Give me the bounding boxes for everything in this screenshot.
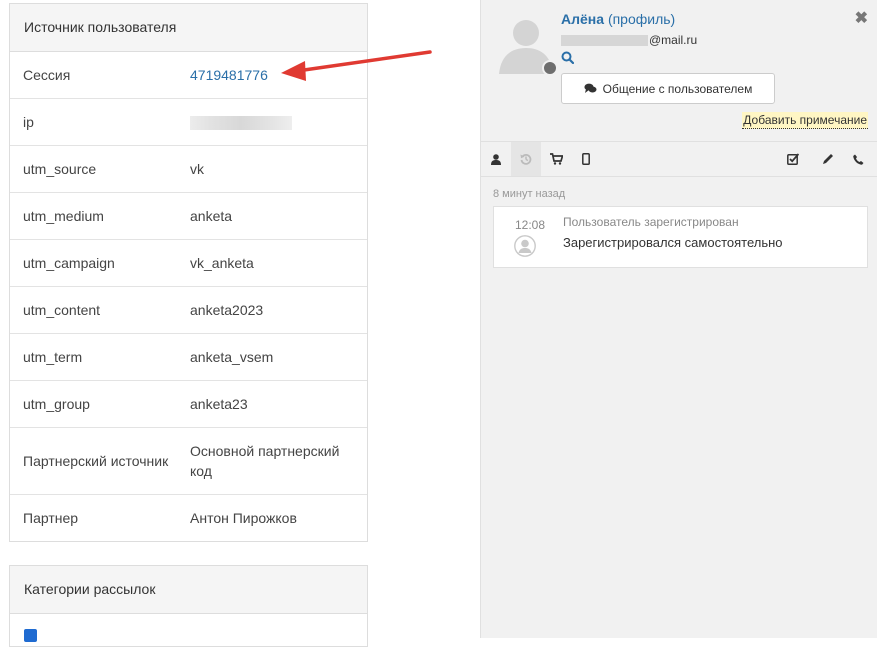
profile-card: Алёна (профиль) @mail.ru Общение с польз… [481, 0, 877, 140]
row-partner: Партнер Антон Пирожков [10, 495, 367, 541]
row-key: utm_source [23, 161, 97, 177]
tab-tasks[interactable] [778, 142, 808, 176]
user-source-title: Источник пользователя [10, 4, 367, 52]
row-key: utm_content [23, 302, 101, 318]
row-value: Антон Пирожков [190, 510, 297, 526]
pencil-icon [823, 154, 833, 164]
cart-icon [549, 153, 563, 165]
row-utm-medium: utm_medium anketa [10, 193, 367, 240]
timeline-event: 12:08 Пользователь зарегистрирован Зарег… [493, 206, 868, 268]
chat-with-user-button[interactable]: Общение с пользователем [561, 73, 775, 104]
row-key: utm_medium [23, 208, 104, 224]
row-value: anketa_vsem [190, 349, 274, 365]
session-link[interactable]: 4719481776 [190, 67, 268, 83]
tab-device[interactable] [571, 142, 601, 176]
mailing-categories-panel: Категории рассылок [9, 565, 368, 647]
row-value: vk [190, 161, 204, 177]
history-icon [520, 154, 532, 165]
profile-link[interactable]: (профиль) [608, 11, 675, 27]
row-key: ip [23, 114, 34, 130]
tab-history[interactable] [511, 142, 541, 176]
row-utm-content: utm_content anketa2023 [10, 287, 367, 334]
close-icon[interactable]: ✖ [855, 8, 868, 28]
mobile-icon [582, 153, 590, 165]
row-value: anketa2023 [190, 302, 264, 318]
email-suffix: @mail.ru [649, 33, 698, 47]
search-icon[interactable] [561, 51, 574, 64]
user-sidebar: Алёна (профиль) @mail.ru Общение с польз… [480, 0, 877, 638]
row-ip: ip [10, 99, 367, 146]
row-utm-group: utm_group anketa23 [10, 381, 367, 428]
tab-call[interactable] [843, 142, 873, 176]
event-title: Пользователь зарегистрирован [563, 215, 739, 229]
timeline: 8 минут назад 12:08 Пользователь зарегис… [481, 188, 877, 268]
check-square-icon [787, 153, 799, 165]
ip-value-redacted [190, 116, 292, 131]
user-icon [491, 153, 501, 165]
row-key: Партнерский источник [23, 453, 169, 469]
tab-edit[interactable] [813, 142, 843, 176]
row-key: utm_group [23, 396, 90, 412]
event-description: Зарегистрировался самостоятельно [563, 235, 783, 250]
event-time: 12:08 [515, 218, 546, 232]
event-avatar-icon [514, 235, 536, 257]
row-value: Основной партнерский код [190, 443, 340, 479]
category-checkbox[interactable] [24, 629, 37, 642]
annotation-arrow [281, 50, 432, 81]
row-value: vk_anketa [190, 255, 254, 271]
status-dot [542, 60, 558, 76]
sidebar-tabs [481, 141, 877, 177]
phone-icon [852, 154, 863, 165]
row-partner-source: Партнерский источник Основной партнерски… [10, 428, 367, 495]
timeline-ago: 8 минут назад [493, 188, 566, 200]
tab-orders[interactable] [541, 142, 571, 176]
row-key: utm_term [23, 349, 83, 365]
row-utm-campaign: utm_campaign vk_anketa [10, 240, 367, 287]
row-key: utm_campaign [23, 255, 115, 271]
row-value: anketa23 [190, 396, 248, 412]
comments-icon [584, 83, 597, 93]
user-name-line: Алёна (профиль) [561, 11, 675, 27]
mailing-categories-title: Категории рассылок [10, 566, 367, 614]
chat-button-label: Общение с пользователем [602, 81, 753, 96]
add-note-link[interactable]: Добавить примечание [742, 112, 868, 129]
tab-user[interactable] [481, 142, 511, 176]
row-value: anketa [190, 208, 233, 224]
row-key: Сессия [23, 67, 71, 83]
user-name[interactable]: Алёна [561, 11, 604, 27]
row-utm-source: utm_source vk [10, 146, 367, 193]
row-key: Партнер [23, 510, 79, 526]
email-redacted [561, 35, 648, 47]
user-email: @mail.ru [561, 33, 697, 47]
row-utm-term: utm_term anketa_vsem [10, 334, 367, 381]
